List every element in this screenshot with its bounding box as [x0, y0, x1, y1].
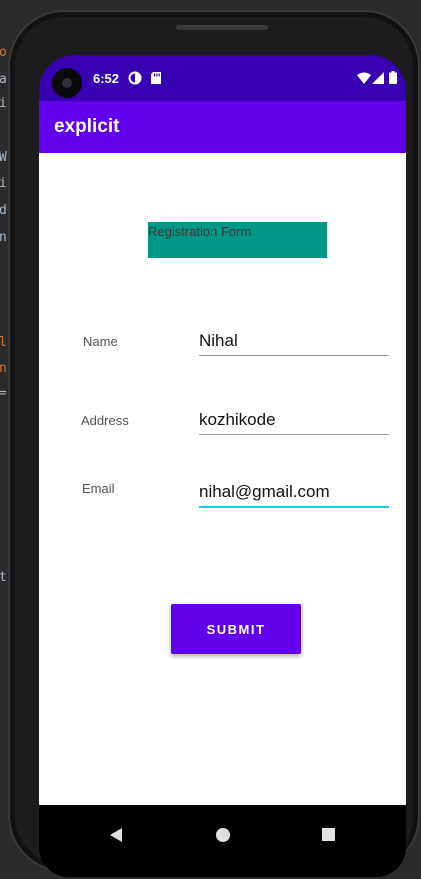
status-bar: 6:52: [39, 55, 406, 101]
ide-code-fragment: d: [0, 203, 7, 218]
email-label: Email: [82, 481, 115, 496]
email-field[interactable]: [199, 478, 389, 508]
phone-speaker: [176, 25, 268, 30]
recents-icon[interactable]: [321, 827, 336, 847]
ide-code-fragment: =: [0, 386, 7, 401]
phone-screen: 6:52 explicit Registration Form Name Nih…: [39, 55, 406, 877]
back-icon[interactable]: [108, 827, 124, 848]
ide-code-fragment: l: [0, 335, 7, 350]
camera-icon: [52, 68, 82, 98]
ide-code-fragment: W: [0, 150, 7, 165]
ide-code-fragment: n: [0, 230, 7, 245]
phone-frame: 6:52 explicit Registration Form Name Nih…: [8, 10, 420, 877]
sd-card-icon: [150, 71, 162, 90]
battery-icon: [389, 71, 397, 89]
cellular-signal-icon: [372, 71, 384, 89]
ide-code-fragment: t: [0, 570, 7, 585]
ide-code-fragment: i: [0, 96, 7, 111]
ide-code-fragment: i: [0, 176, 7, 191]
ide-code-fragment: o: [0, 45, 7, 60]
address-field[interactable]: [199, 406, 389, 435]
home-icon[interactable]: [215, 827, 231, 848]
ide-code-fragment: a: [0, 72, 7, 87]
name-field[interactable]: [199, 327, 389, 356]
wifi-icon: [357, 71, 371, 89]
navigation-bar: [39, 805, 406, 877]
app-title: explicit: [54, 116, 120, 137]
app-bar: explicit: [39, 101, 406, 153]
name-label: Name: [83, 334, 118, 349]
form-title: Registration Form: [148, 222, 327, 258]
data-saver-icon: [128, 71, 142, 90]
ide-code-fragment: n: [0, 361, 7, 376]
registration-form: Registration Form Name Address Email SUB…: [39, 153, 406, 805]
status-time: 6:52: [93, 71, 120, 86]
submit-button[interactable]: SUBMIT: [171, 604, 301, 654]
address-label: Address: [81, 413, 129, 428]
